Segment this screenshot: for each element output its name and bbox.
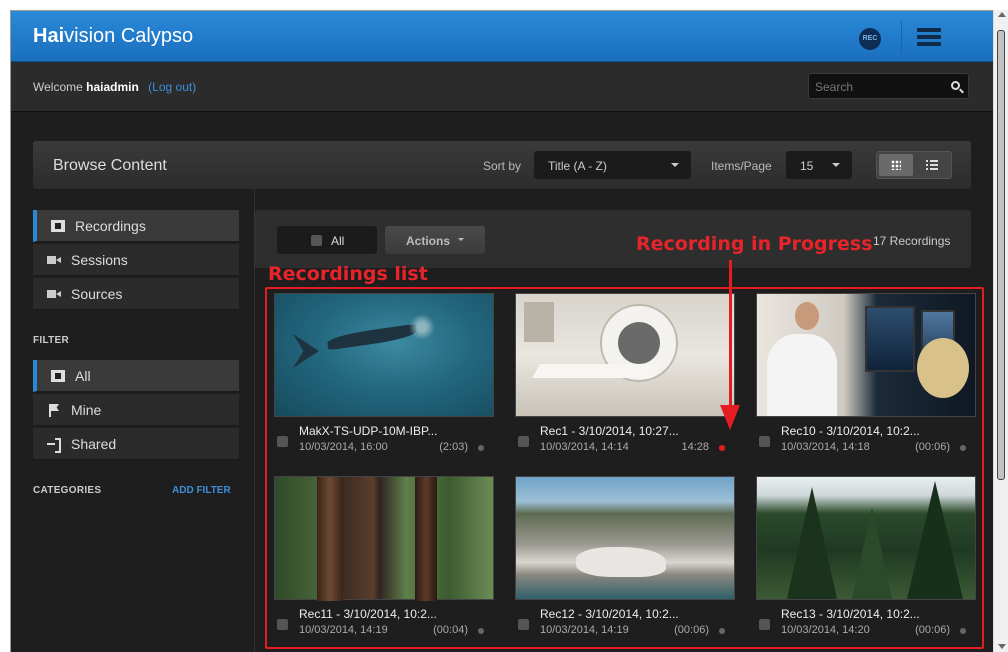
film-icon — [51, 370, 65, 382]
sort-by-label: Sort by — [483, 159, 522, 173]
recording-title: Rec12 - 3/10/2014, 10:2... — [540, 607, 679, 621]
recording-in-progress-annotation: Recording in Progress — [636, 233, 873, 255]
flag-icon — [47, 404, 61, 417]
logout-link[interactable]: (Log out) — [148, 80, 196, 94]
scroll-up-icon[interactable] — [998, 12, 1006, 17]
recording-thumbnail[interactable] — [756, 476, 976, 600]
chevron-down-icon — [832, 163, 840, 167]
recording-title: MakX-TS-UDP-10M-IBP... — [299, 424, 438, 438]
recording-checkbox[interactable] — [759, 619, 770, 630]
search-input[interactable] — [815, 78, 945, 96]
recording-title: Rec10 - 3/10/2014, 10:2... — [781, 424, 920, 438]
recording-duration: (00:06) — [915, 441, 950, 453]
list-icon — [926, 160, 938, 170]
status-dot-icon — [960, 628, 966, 634]
filter-item-all[interactable]: All — [33, 360, 239, 392]
recording-duration: (2:03) — [439, 441, 468, 453]
recording-duration: 14:28 — [681, 441, 709, 453]
chevron-down-icon — [671, 163, 679, 167]
scroll-down-icon[interactable] — [998, 644, 1006, 649]
recording-date: 10/03/2014, 14:18 — [781, 441, 870, 453]
recording-thumbnail[interactable] — [274, 293, 494, 417]
username: haiadmin — [86, 80, 139, 94]
view-toggle — [876, 151, 952, 179]
recording-date: 10/03/2014, 14:19 — [299, 624, 388, 636]
top-bar: Haivision Calypso REC — [11, 11, 993, 62]
browse-toolbar: Browse Content Sort by Title (A - Z) Ite… — [33, 141, 971, 189]
brand-logo: Haivision Calypso — [33, 25, 194, 47]
recording-checkbox[interactable] — [518, 619, 529, 630]
filter-item-mine[interactable]: Mine — [33, 394, 239, 426]
recording-title: Rec1 - 3/10/2014, 10:27... — [540, 424, 679, 438]
status-dot-icon — [960, 445, 966, 451]
sidebar-item-sources[interactable]: Sources — [33, 278, 239, 310]
status-dot-icon — [478, 445, 484, 451]
recording-date: 10/03/2014, 14:14 — [540, 441, 629, 453]
sidebar-item-recordings[interactable]: Recordings — [33, 210, 239, 242]
scroll-thumb[interactable] — [997, 30, 1005, 480]
sort-select[interactable]: Title (A - Z) — [534, 151, 691, 179]
chevron-down-icon — [458, 238, 464, 241]
filter-item-shared[interactable]: Shared — [33, 428, 239, 460]
recordings-grid: MakX-TS-UDP-10M-IBP... 10/03/2014, 16:00… — [266, 289, 983, 652]
recording-checkbox[interactable] — [759, 436, 770, 447]
rec-status-badge[interactable]: REC — [859, 28, 881, 50]
live-recording-dot-icon — [719, 445, 725, 451]
recording-duration: (00:06) — [674, 624, 709, 636]
page-scrollbar[interactable] — [993, 10, 1008, 652]
recording-checkbox[interactable] — [518, 436, 529, 447]
recording-thumbnail[interactable] — [515, 293, 735, 417]
recording-title: Rec13 - 3/10/2014, 10:2... — [781, 607, 920, 621]
recording-checkbox[interactable] — [277, 436, 288, 447]
recordings-list-annotation: Recordings list — [268, 263, 428, 285]
welcome-bar: Welcome haiadmin (Log out) — [11, 62, 993, 112]
page-title: Browse Content — [53, 157, 167, 174]
status-dot-icon — [478, 628, 484, 634]
share-icon — [47, 438, 61, 453]
list-view-button[interactable] — [915, 154, 949, 176]
film-icon — [51, 220, 65, 232]
recording-duration: (00:04) — [433, 624, 468, 636]
search-icon[interactable] — [951, 81, 960, 90]
recording-thumbnail[interactable] — [274, 476, 494, 601]
recording-thumbnail[interactable] — [756, 293, 976, 417]
recording-date: 10/03/2014, 14:20 — [781, 624, 870, 636]
recordings-count: 17 Recordings — [873, 234, 951, 248]
recording-checkbox[interactable] — [277, 619, 288, 630]
actions-button[interactable]: Actions — [385, 226, 485, 254]
status-dot-icon — [719, 628, 725, 634]
recording-duration: (00:06) — [915, 624, 950, 636]
recording-thumbnail[interactable] — [515, 476, 735, 600]
annotation-arrow-line — [729, 260, 732, 410]
camera-icon — [47, 288, 61, 300]
camera-icon — [47, 254, 61, 266]
items-per-page-select[interactable]: 15 — [786, 151, 852, 179]
select-all-checkbox[interactable]: All — [277, 226, 377, 254]
header-divider — [901, 21, 902, 53]
grid-view-button[interactable] — [879, 154, 913, 176]
recording-date: 10/03/2014, 16:00 — [299, 441, 388, 453]
grid-icon — [891, 160, 901, 170]
recording-date: 10/03/2014, 14:19 — [540, 624, 629, 636]
welcome-message: Welcome haiadmin (Log out) — [33, 80, 197, 94]
items-per-page-label: Items/Page — [711, 159, 772, 173]
annotation-arrow-icon — [720, 405, 740, 430]
app-window: Haivision Calypso REC Welcome haiadmin (… — [10, 10, 993, 652]
search-box[interactable] — [808, 73, 969, 99]
checkbox-icon — [311, 235, 322, 246]
filter-heading: FILTER — [33, 335, 70, 346]
recording-title: Rec11 - 3/10/2014, 10:2... — [299, 607, 437, 621]
categories-heading: CATEGORIES — [33, 485, 102, 496]
hamburger-menu-icon[interactable] — [917, 28, 941, 46]
add-filter-link[interactable]: ADD FILTER — [172, 485, 231, 496]
sidebar-item-sessions[interactable]: Sessions — [33, 244, 239, 276]
